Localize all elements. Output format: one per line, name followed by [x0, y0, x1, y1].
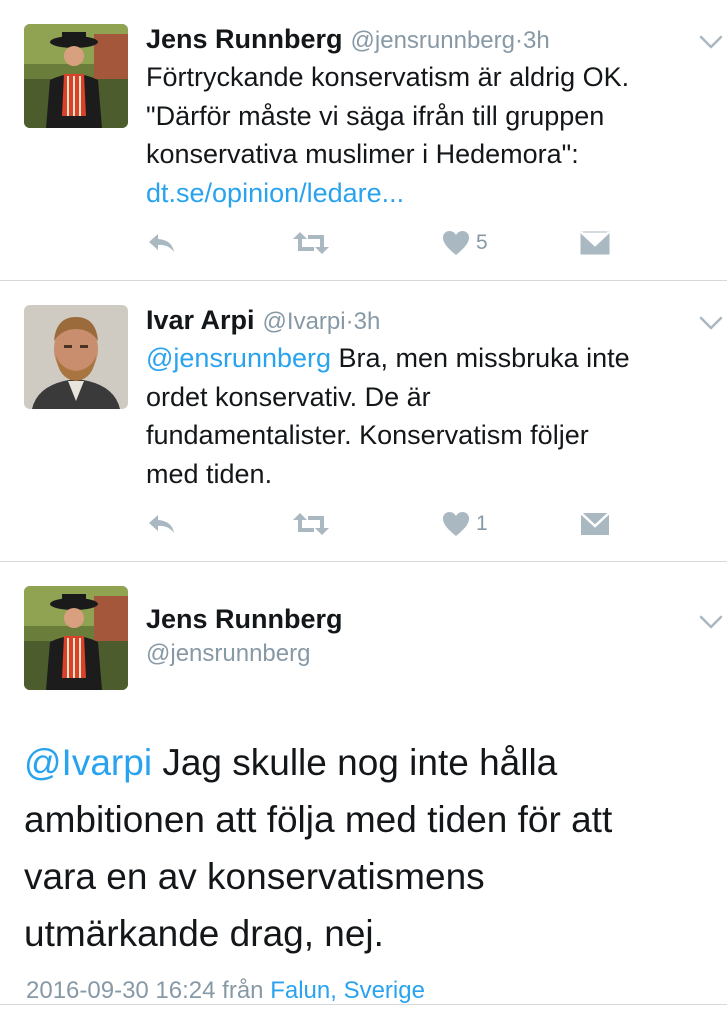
tweet-text: Förtryckande konservatism är aldrig OK. …	[146, 58, 721, 212]
heart-icon	[443, 231, 469, 255]
handle[interactable]: @jensrunnberg	[146, 638, 310, 670]
tweet-text: @Ivarpi Jag skulle nog inte hålla ambiti…	[24, 734, 714, 962]
separator-dot: ·	[345, 308, 354, 335]
timestamp[interactable]: 3h	[523, 27, 550, 54]
display-name[interactable]: Jens Runnberg	[146, 24, 343, 54]
tweet-actions: 1	[146, 509, 626, 539]
tweet-text-line: fundamentalister. Konservatism följer	[146, 420, 589, 450]
conversation-timeline: Jens Runnberg @jensrunnberg·3h Förtryckan…	[0, 0, 727, 1010]
from-label: från	[222, 977, 264, 1004]
like-button[interactable]: 1	[442, 509, 488, 539]
mention-link[interactable]: @Ivarpi	[24, 742, 152, 783]
direct-message-icon	[580, 512, 610, 535]
handle[interactable]: @jensrunnberg	[351, 27, 515, 54]
tweet-timestamp[interactable]: 2016-09-30 16:24	[26, 977, 216, 1004]
tweet[interactable]: Ivar Arpi @Ivarpi·3h @jensrunnberg Bra, m…	[0, 281, 727, 561]
chevron-down-icon[interactable]	[699, 34, 723, 50]
tweet-text-line: med tiden.	[146, 458, 273, 489]
tweet[interactable]: Jens Runnberg @jensrunnberg·3h Förtryckan…	[0, 0, 727, 280]
tweet-text-line: @jensrunnberg Bra, men missbruka inte	[146, 339, 721, 378]
tweet-header: Ivar Arpi @Ivarpi·3h	[146, 303, 380, 339]
retweet-icon	[293, 513, 329, 535]
avatar[interactable]	[24, 305, 128, 409]
direct-message-button[interactable]	[580, 509, 610, 539]
tweet-text-line: Förtryckande konservatism är aldrig OK.	[146, 62, 630, 92]
tweet-text-line: vara en av konservatismens	[24, 856, 485, 897]
reply-icon	[149, 234, 174, 252]
like-count: 1	[476, 512, 488, 535]
tweet-text-line: "Därför måste vi säga ifrån till gruppen	[146, 100, 605, 131]
mention-link[interactable]: @jensrunnberg	[146, 343, 331, 373]
tweet-text-line: ordet konservativ. De är	[146, 381, 431, 412]
direct-message-button[interactable]	[580, 228, 610, 258]
like-count: 5	[476, 231, 488, 254]
divider	[0, 1004, 727, 1005]
handle[interactable]: @Ivarpi	[263, 308, 346, 335]
avatar[interactable]	[24, 586, 128, 690]
retweet-icon	[293, 232, 329, 254]
tweet-text: @jensrunnberg Bra, men missbruka inte or…	[146, 339, 721, 493]
location-link[interactable]: Falun, Sverige	[270, 977, 425, 1004]
tweet-actions: 5	[146, 228, 626, 258]
direct-message-icon	[580, 231, 610, 255]
avatar-jens-runnberg-icon	[24, 24, 128, 128]
retweet-button[interactable]	[292, 509, 330, 539]
reply-button[interactable]	[146, 228, 176, 258]
chevron-down-icon[interactable]	[699, 614, 723, 630]
heart-icon	[443, 512, 469, 536]
tweet-text-line: ambitionen att följa med tiden för att	[24, 799, 613, 840]
avatar-ivar-arpi-icon	[24, 305, 128, 409]
focused-tweet[interactable]: Jens Runnberg @jensrunnberg @Ivarpi Jag …	[0, 562, 727, 1010]
reply-button[interactable]	[146, 509, 176, 539]
tweet-text-fragment: Jag skulle nog inte hålla	[152, 742, 558, 783]
timestamp[interactable]: 3h	[354, 308, 381, 335]
reply-icon	[149, 515, 174, 533]
tweet-text-line: konservativa muslimer i Hedemora":	[146, 139, 579, 169]
chevron-down-icon[interactable]	[699, 315, 723, 331]
tweet-text-line: @Ivarpi Jag skulle nog inte hålla	[24, 734, 714, 791]
avatar-jens-runnberg-icon	[24, 586, 128, 690]
like-button[interactable]: 5	[442, 228, 488, 258]
separator-dot: ·	[515, 27, 523, 54]
display-name[interactable]: Ivar Arpi	[146, 305, 255, 335]
tweet-text-line: utmärkande drag, nej.	[24, 913, 384, 954]
tweet-link[interactable]: dt.se/opinion/ledare...	[146, 174, 721, 213]
display-name[interactable]: Jens Runnberg	[146, 602, 343, 636]
tweet-metadata: 2016-09-30 16:24 från Falun, Sverige	[26, 976, 425, 1006]
avatar[interactable]	[24, 24, 128, 128]
tweet-header: Jens Runnberg @jensrunnberg·3h	[146, 22, 550, 58]
retweet-button[interactable]	[292, 228, 330, 258]
tweet-text-fragment: Bra, men missbruka inte	[331, 343, 630, 373]
